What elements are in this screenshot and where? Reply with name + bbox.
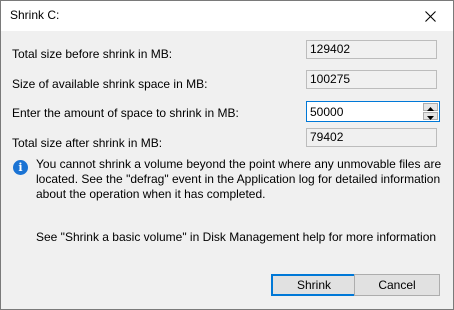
size-after-label: Total size after shrink in MB: [12, 136, 163, 150]
caret-down-icon [427, 107, 434, 125]
size-after-value: 79402 [306, 128, 437, 147]
available-space-label: Size of available shrink space in MB: [12, 77, 208, 91]
close-button[interactable] [407, 1, 453, 31]
shrink-button[interactable]: Shrink [271, 274, 357, 296]
shrink-amount-input[interactable] [307, 102, 421, 121]
total-size-label: Total size before shrink in MB: [12, 47, 173, 61]
shrink-amount-spinner [306, 101, 440, 122]
cancel-button[interactable]: Cancel [354, 274, 440, 296]
help-message: See "Shrink a basic volume" in Disk Mana… [36, 230, 437, 244]
info-message: You cannot shrink a volume beyond the po… [36, 157, 442, 201]
available-space-value: 100275 [306, 70, 437, 89]
info-icon: i [13, 160, 28, 175]
window-title: Shrink C: [10, 8, 60, 22]
close-icon [424, 10, 436, 22]
title-bar: Shrink C: [1, 1, 453, 31]
shrink-dialog: Shrink C: Total size before shrink in MB… [0, 0, 454, 310]
shrink-amount-label: Enter the amount of space to shrink in M… [12, 106, 239, 120]
spin-down-button[interactable] [423, 112, 438, 120]
total-size-value: 129402 [306, 40, 437, 59]
